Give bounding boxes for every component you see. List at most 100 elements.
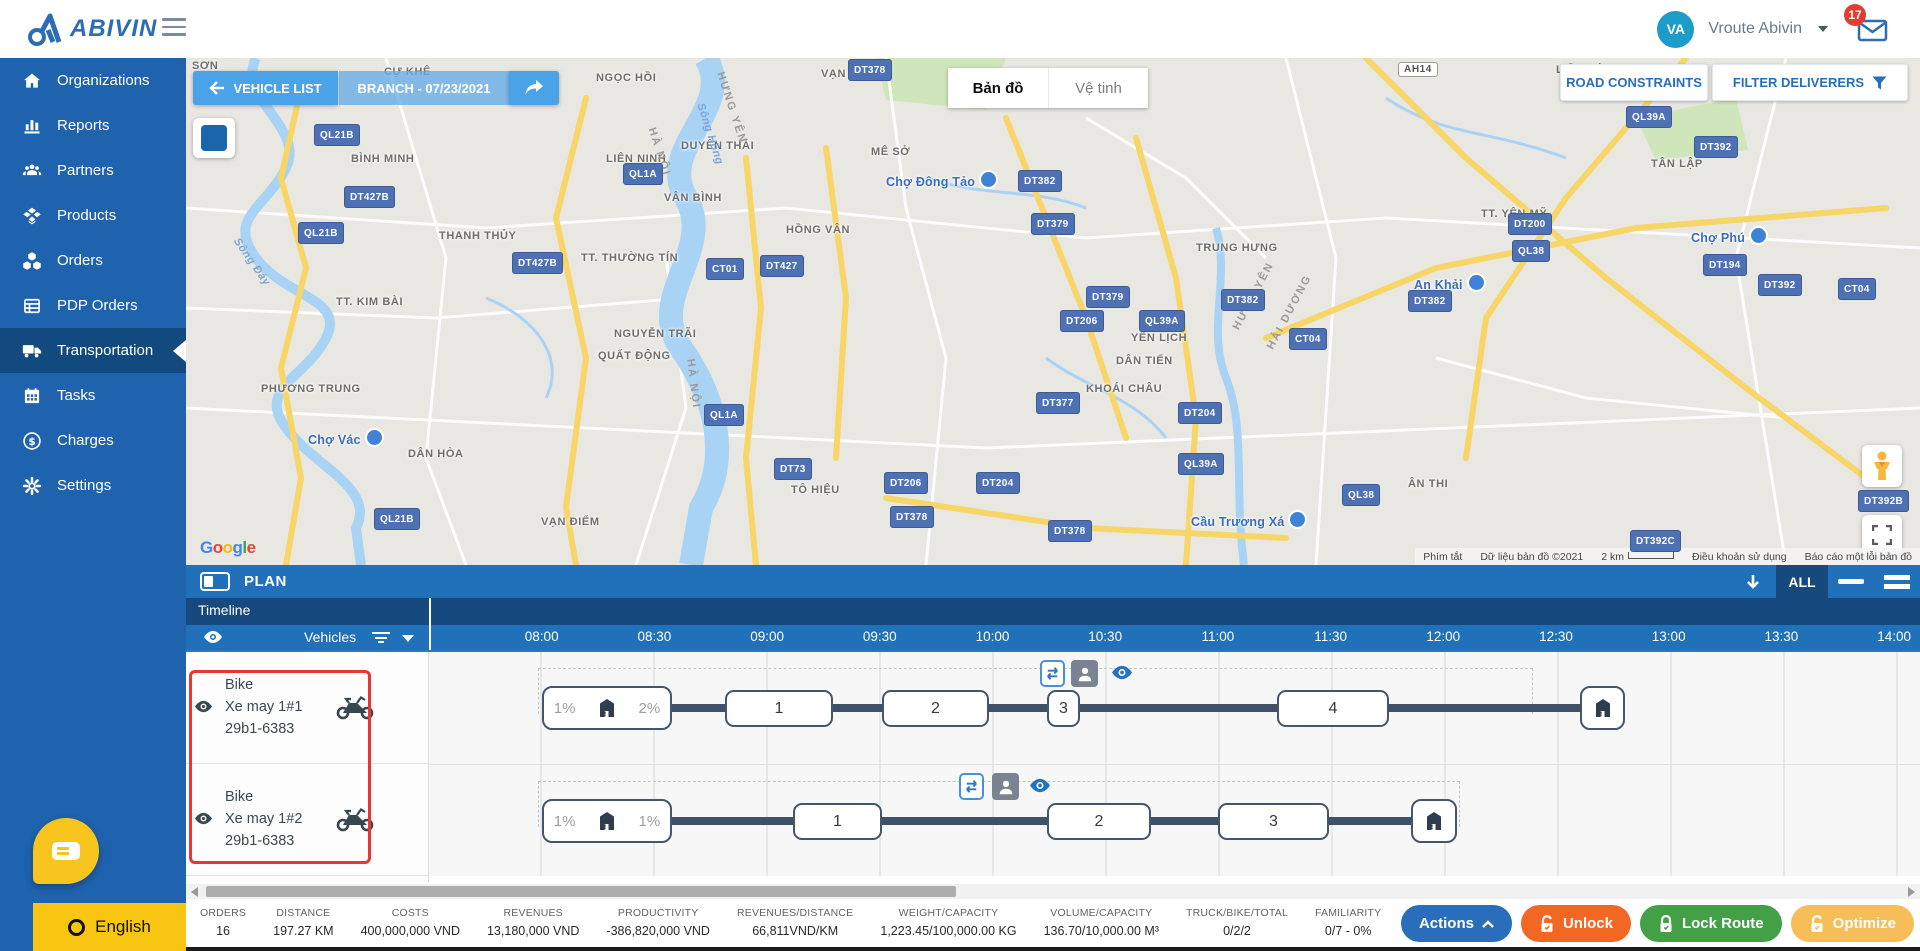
stop-box-1[interactable]: 1 — [793, 803, 882, 840]
vehicle-row-2[interactable]: Bike Xe may 1#2 29b1-6383 — [186, 764, 428, 876]
avatar[interactable]: VA — [1657, 10, 1695, 48]
scroll-right-icon[interactable] — [1908, 887, 1915, 897]
time-tick: 13:00 — [1651, 629, 1686, 644]
sidebar-item-pdp-orders[interactable]: PDP Orders — [0, 283, 186, 328]
vehicle-type: Bike — [225, 789, 254, 805]
vehicle-list-button[interactable]: VEHICLE LIST — [193, 71, 338, 105]
horizontal-scrollbar[interactable] — [186, 884, 1920, 899]
warehouse-icon — [595, 696, 619, 720]
vehicle-sort-caret-icon[interactable] — [402, 635, 414, 642]
chevron-down-icon[interactable] — [1818, 26, 1828, 32]
assign-driver-button[interactable] — [992, 773, 1019, 800]
sidebar-item-label: Partners — [57, 162, 114, 179]
time-tick: 10:30 — [1088, 629, 1123, 644]
eye-icon[interactable] — [195, 812, 212, 825]
route-visibility-button[interactable] — [1030, 778, 1050, 794]
bar-chart-icon — [22, 116, 42, 136]
stop-box-2[interactable]: 2 — [882, 690, 989, 727]
sidebar-item-charges[interactable]: $ Charges — [0, 418, 186, 463]
time-tick: 12:30 — [1539, 629, 1573, 644]
attr-terms[interactable]: Điều khoản sử dụng — [1692, 551, 1787, 563]
stat-value: 197.27 KM — [273, 924, 334, 938]
depot-start-box[interactable]: 1% 1% — [542, 799, 672, 843]
attr-report[interactable]: Báo cáo một lỗi bản đồ — [1805, 551, 1912, 563]
collapse-button[interactable] — [1828, 565, 1874, 598]
eye-icon[interactable] — [195, 700, 212, 713]
gear-icon — [22, 476, 42, 496]
stop-box-3[interactable]: 3 — [1047, 690, 1080, 727]
depot-end-box[interactable] — [1580, 686, 1625, 730]
optimize-button[interactable]: Optimize — [1790, 905, 1914, 942]
user-name[interactable]: Vroute Abivin — [1708, 20, 1802, 38]
chat-bubble-button[interactable] — [33, 818, 99, 884]
gantt-rows: Bike Xe may 1#1 29b1-6383 Bike Xe may 1#2 29b… — [186, 650, 1920, 882]
download-button[interactable] — [1730, 565, 1776, 598]
road-constraints-button[interactable]: ROAD CONSTRAINTS — [1560, 64, 1708, 101]
map-label: VÂN BÌNH — [664, 192, 722, 204]
plan-title: PLAN — [244, 573, 287, 590]
eye-icon[interactable] — [204, 630, 222, 644]
swap-route-button[interactable] — [1040, 660, 1065, 687]
sidebar-item-transportation[interactable]: Transportation — [0, 328, 186, 373]
stop-box-2[interactable]: 2 — [1047, 803, 1151, 840]
map-layer-toggle[interactable] — [193, 118, 235, 158]
map-label: TT. THƯỜNG TÍN — [581, 252, 679, 264]
notifications[interactable]: 17 — [1844, 4, 1890, 44]
stop-box-3[interactable]: 3 — [1218, 803, 1329, 840]
actions-button[interactable]: Actions — [1400, 905, 1512, 942]
assign-driver-button[interactable] — [1071, 660, 1098, 687]
road-badge: DT392C — [1630, 530, 1682, 552]
map-type-map[interactable]: Bản đồ — [948, 68, 1048, 108]
stop-box-1[interactable]: 1 — [725, 690, 833, 727]
stat-label: ORDERS — [200, 907, 247, 919]
stat-revenues: REVENUES 13,180,000 VND — [487, 907, 579, 938]
map-type-satellite[interactable]: Vệ tinh — [1048, 68, 1148, 108]
warehouse-icon — [1591, 696, 1615, 720]
sidebar-item-label: Settings — [57, 477, 112, 494]
swap-route-button[interactable] — [959, 773, 984, 800]
map-canvas[interactable]: SƠNCỰ KHÊNGỌC HỒIVẠN PHÚCLIỄU XÁTÂN LẬPB… — [186, 58, 1920, 565]
menu-hamburger-icon[interactable] — [162, 18, 186, 38]
vehicle-filter-icon[interactable] — [372, 632, 390, 644]
attr-data: Dữ liệu bản đồ ©2021 — [1480, 550, 1584, 563]
brand-logo[interactable]: ABIVIN — [28, 12, 157, 46]
branch-date-button[interactable]: BRANCH - 07/23/2021 — [339, 71, 509, 105]
sidebar-item-partners[interactable]: Partners — [0, 148, 186, 193]
map-label: MÊ SỞ — [871, 146, 911, 158]
lock-route-button[interactable]: Lock Route — [1639, 905, 1782, 942]
stat-value: 16 — [216, 924, 231, 938]
road-badge: QL38 — [1342, 484, 1381, 506]
plan-toggle-icon[interactable] — [200, 572, 230, 591]
lock-icon — [1660, 914, 1672, 932]
route-visibility-button[interactable] — [1112, 665, 1132, 681]
sidebar-item-orders[interactable]: Orders — [0, 238, 186, 283]
stat-label: FAMILIARITY — [1314, 907, 1382, 919]
time-tick: 11:00 — [1201, 629, 1235, 644]
attr-shortcuts[interactable]: Phím tắt — [1423, 551, 1462, 563]
share-route-button[interactable] — [509, 71, 559, 105]
road-badge: CT04 — [1838, 278, 1876, 300]
expand-button[interactable] — [1874, 565, 1920, 598]
scrollbar-thumb[interactable] — [206, 886, 956, 897]
depot-start-box[interactable]: 1% 2% — [542, 686, 672, 730]
google-logo: Google — [200, 538, 256, 557]
road-badge: DT378 — [890, 506, 934, 528]
vehicle-row-1[interactable]: Bike Xe may 1#1 29b1-6383 — [186, 652, 428, 764]
sidebar-item-reports[interactable]: Reports — [0, 103, 186, 148]
language-selector[interactable]: English — [33, 903, 186, 951]
pegman-control[interactable] — [1862, 445, 1902, 487]
unlock-button[interactable]: Unlock — [1520, 905, 1631, 942]
depot-end-box[interactable] — [1411, 799, 1457, 843]
filter-deliverers-button[interactable]: FILTER DELIVERERS — [1712, 64, 1908, 101]
summary-bar: ORDERS 16 DISTANCE 197.27 KM COSTS 400,000,00… — [186, 899, 1920, 951]
globe-icon — [68, 918, 86, 936]
stop-box-4[interactable]: 4 — [1277, 690, 1389, 727]
sidebar-item-organizations[interactable]: Organizations — [0, 58, 186, 103]
sidebar-item-products[interactable]: Products — [0, 193, 186, 238]
all-filter-button[interactable]: ALL — [1776, 565, 1828, 598]
map-label: YÊN LỊCH — [1131, 332, 1188, 344]
road-badge: QL39A — [1626, 106, 1672, 128]
sidebar-item-tasks[interactable]: Tasks — [0, 373, 186, 418]
sidebar-item-settings[interactable]: Settings — [0, 463, 186, 508]
scroll-left-icon[interactable] — [191, 887, 198, 897]
